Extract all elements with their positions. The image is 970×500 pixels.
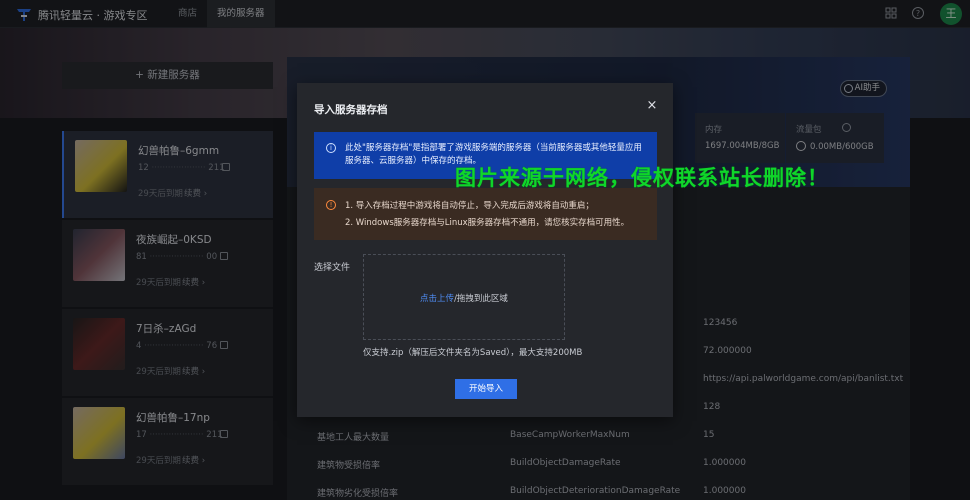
warning-icon: !	[326, 200, 336, 210]
dialog-title: 导入服务器存档	[314, 104, 388, 116]
start-import-button[interactable]: 开始导入	[455, 379, 517, 399]
close-icon[interactable]: ×	[645, 99, 659, 113]
warning-text: 1. 导入存档过程中游戏将自动停止，导入完成后游戏将自动重启； 2. Windo…	[345, 201, 630, 228]
upload-dropzone[interactable]: 点击上传/拖拽到此区域	[363, 254, 565, 340]
watermark-text: 图片来源于网络，侵权联系站长删除！	[455, 166, 829, 190]
file-label: 选择文件	[314, 263, 351, 273]
upload-link[interactable]: 点击上传	[420, 294, 454, 304]
upload-hint: 仅支持.zip（解压后文件夹名为Saved），最大支持200MB	[363, 348, 583, 358]
info-icon: i	[326, 143, 336, 153]
warning-alert: ! 1. 导入存档过程中游戏将自动停止，导入完成后游戏将自动重启； 2. Win…	[314, 188, 657, 240]
dropzone-text: 点击上传/拖拽到此区域	[420, 294, 508, 304]
import-save-dialog: 导入服务器存档 × i 此处"服务器存档"是指部署了游戏服务端的服务器（当前服务…	[297, 83, 673, 417]
